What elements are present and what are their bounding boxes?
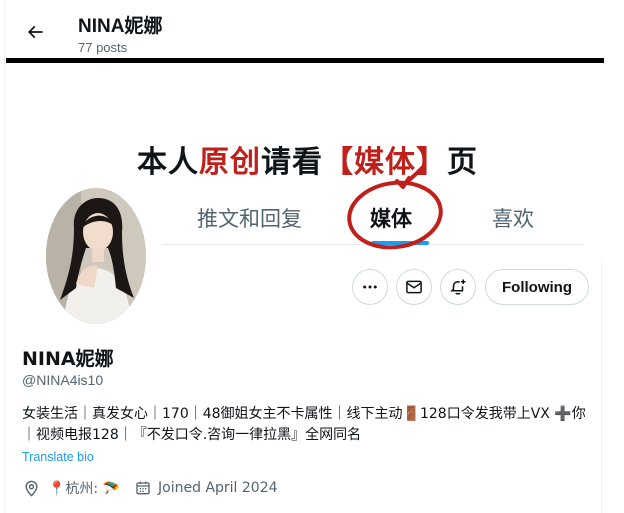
translate-bio-link[interactable]: Translate bio bbox=[22, 450, 94, 464]
profile-column: NINA妮娜 77 posts 本人原创请看【媒体】页 推文和回复 媒体 喜欢 bbox=[4, 0, 604, 513]
header-title: NINA妮娜 bbox=[78, 16, 163, 37]
joined-date: Joined April 2024 bbox=[158, 480, 278, 496]
more-button[interactable] bbox=[352, 269, 388, 305]
notifications-button[interactable] bbox=[440, 269, 476, 305]
envelope-icon bbox=[406, 280, 422, 294]
display-name: NINA妮娜 bbox=[22, 348, 114, 370]
user-handle: @NINA4is10 bbox=[22, 372, 104, 388]
arrow-left-icon bbox=[27, 25, 43, 39]
avatar[interactable] bbox=[43, 185, 149, 327]
profile-header-bar: NINA妮娜 77 posts bbox=[5, 0, 603, 60]
profile-meta: 📍杭州: 🪂 Joined April 2024 bbox=[22, 478, 278, 498]
avatar-photo bbox=[46, 188, 146, 324]
bell-plus-icon bbox=[450, 279, 466, 295]
message-button[interactable] bbox=[396, 269, 432, 305]
calendar-icon bbox=[134, 479, 152, 497]
more-horizontal-icon bbox=[363, 285, 377, 289]
location-pin-icon bbox=[22, 479, 40, 497]
bio-text: 女装生活｜真发女心｜170｜48御姐女主不卡属性｜线下主动🚪128口令发我带上V… bbox=[22, 406, 586, 443]
back-button[interactable] bbox=[17, 14, 53, 50]
posts-count: 77 posts bbox=[78, 40, 128, 55]
location-text: 📍杭州: 🪂 bbox=[48, 481, 121, 497]
following-button[interactable]: Following bbox=[485, 269, 589, 305]
